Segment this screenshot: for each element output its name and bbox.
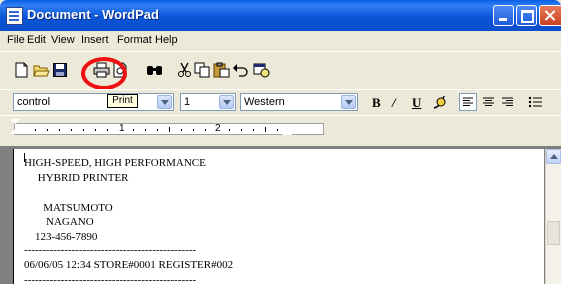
close-button[interactable] (539, 5, 561, 26)
open-folder-icon[interactable] (33, 62, 50, 78)
maximize-button[interactable] (516, 5, 537, 26)
menu-edit[interactable]: Edit (27, 34, 46, 46)
window-title: Document - WordPad (27, 7, 159, 22)
document-line: NAGANO (24, 216, 94, 228)
font-name-combo[interactable]: control (13, 93, 174, 111)
print-tooltip: Print (107, 94, 138, 108)
document-line: ----------------------------------------… (24, 244, 197, 256)
wordpad-window: Document - WordPad File Edit View Insert… (0, 0, 561, 284)
left-indent-marker[interactable] (10, 129, 20, 134)
script-value: Western (244, 96, 285, 108)
color-icon[interactable] (431, 94, 448, 110)
insert-date-time-icon[interactable] (253, 62, 270, 78)
vertical-scrollbar[interactable] (545, 149, 561, 284)
document-area: HIGH-SPEED, HIGH PERFORMANCE HYBRID PRIN… (0, 146, 561, 284)
italic-button[interactable]: / (392, 95, 396, 111)
document-line: 06/06/05 12:34 STORE#0001 REGISTER#002 (24, 259, 234, 271)
document-line: 123-456-7890 (24, 231, 98, 243)
ruler-strip: 1 2 (14, 123, 324, 135)
document-page[interactable]: HIGH-SPEED, HIGH PERFORMANCE HYBRID PRIN… (13, 149, 544, 284)
document-line: MATSUMOTO (24, 202, 113, 214)
scroll-thumb[interactable] (547, 221, 560, 245)
new-document-icon[interactable] (13, 62, 30, 78)
cut-icon[interactable] (176, 62, 193, 78)
menu-format[interactable]: Format (117, 34, 152, 46)
font-size-value: 1 (184, 96, 191, 108)
font-name-value: control (17, 96, 51, 108)
right-indent-marker[interactable] (282, 129, 292, 135)
align-right-icon[interactable] (499, 94, 516, 110)
bullets-icon[interactable] (527, 94, 544, 110)
chevron-down-icon[interactable] (157, 95, 172, 109)
chevron-down-icon[interactable] (341, 95, 356, 109)
minimize-button[interactable] (493, 5, 514, 26)
document-line: ----------------------------------------… (24, 274, 197, 284)
underline-button[interactable]: U (412, 95, 421, 111)
document-line: HYBRID PRINTER (24, 172, 129, 184)
menu-insert[interactable]: Insert (81, 34, 109, 46)
menu-view[interactable]: View (51, 34, 75, 46)
align-left-button[interactable] (459, 93, 477, 111)
print-highlight-circle (81, 57, 127, 90)
ruler[interactable]: 1 2 (0, 115, 561, 144)
document-line: HIGH-SPEED, HIGH PERFORMANCE (24, 157, 206, 169)
scroll-up-arrow-icon[interactable] (546, 149, 561, 164)
copy-icon[interactable] (194, 62, 211, 78)
save-icon[interactable] (52, 62, 69, 78)
bold-button[interactable]: B (372, 95, 381, 111)
ruler-number: 1 (119, 123, 125, 134)
align-center-icon[interactable] (480, 94, 497, 110)
format-bar: control 1 Western B / U (0, 89, 561, 115)
chevron-down-icon[interactable] (219, 95, 234, 109)
menu-file[interactable]: File (7, 34, 25, 46)
font-size-combo[interactable]: 1 (180, 93, 236, 111)
first-line-indent-marker[interactable] (10, 119, 20, 124)
script-combo[interactable]: Western (240, 93, 358, 111)
title-bar[interactable]: Document - WordPad (0, 0, 561, 31)
ruler-number: 2 (215, 123, 221, 134)
undo-icon[interactable] (232, 62, 249, 78)
menu-bar: File Edit View Insert Format Help (0, 31, 561, 50)
menu-help[interactable]: Help (155, 34, 178, 46)
find-icon[interactable] (146, 62, 163, 78)
paste-icon[interactable] (213, 62, 230, 78)
wordpad-app-icon[interactable] (6, 7, 23, 25)
